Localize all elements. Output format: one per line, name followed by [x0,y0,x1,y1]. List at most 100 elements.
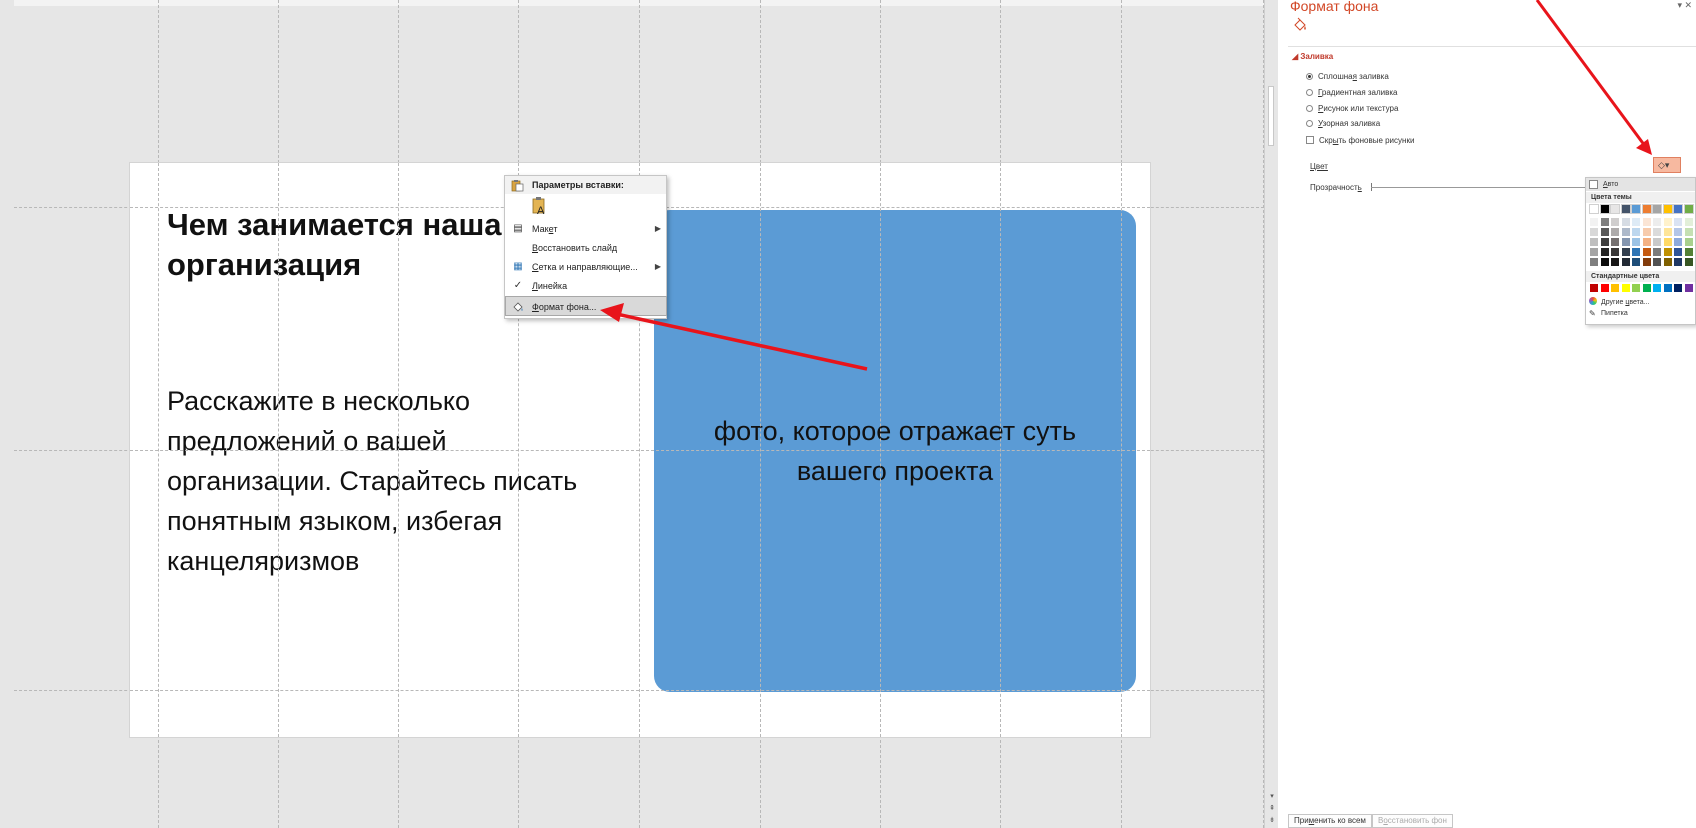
scrollbar-thumb[interactable] [1268,86,1274,146]
menu-item-reset-slide[interactable]: Восстановить слайд [506,238,667,258]
standard-color-swatch[interactable] [1642,284,1651,292]
previous-slide-icon[interactable]: ⇞ [1268,804,1276,813]
theme-shade-swatch[interactable] [1611,228,1619,236]
theme-shade-swatch[interactable] [1590,248,1598,256]
theme-shade-swatch[interactable] [1674,238,1682,246]
radio-button[interactable] [1306,120,1313,127]
eyedropper-option[interactable]: ✎ Пипетка [1589,310,1628,318]
theme-shade-swatch[interactable] [1590,258,1598,266]
theme-color-swatch[interactable] [1673,204,1683,214]
theme-shade-swatch[interactable] [1632,248,1640,256]
theme-shade-swatch[interactable] [1674,248,1682,256]
theme-shade-swatch[interactable] [1663,258,1672,266]
theme-shade-swatch[interactable] [1632,258,1640,266]
theme-shade-swatch[interactable] [1674,258,1682,266]
theme-shade-swatch[interactable] [1642,218,1651,226]
menu-item-layout[interactable]: ▤ Макет ▶ [506,219,667,239]
theme-shade-swatch[interactable] [1642,248,1651,256]
theme-color-swatch[interactable] [1652,204,1662,214]
theme-shade-swatch[interactable] [1684,228,1693,236]
standard-color-swatch[interactable] [1653,284,1661,292]
theme-color-swatch[interactable] [1610,204,1620,214]
theme-shade-swatch[interactable] [1684,238,1693,246]
standard-color-swatch[interactable] [1632,284,1640,292]
theme-shade-swatch[interactable] [1632,218,1640,226]
theme-shade-swatch[interactable] [1663,228,1672,236]
theme-shade-swatch[interactable] [1590,228,1598,236]
theme-shade-swatch[interactable] [1600,258,1609,266]
slide-body-text[interactable]: Расскажите в несколько предложений о ваш… [167,381,587,581]
theme-shade-swatch[interactable] [1632,238,1640,246]
option-picture-texture-fill[interactable]: Рисунок или текстура [1306,104,1398,113]
theme-shade-swatch[interactable] [1642,258,1651,266]
pane-window-controls[interactable]: ▾ ✕ [1677,0,1692,11]
theme-shade-swatch[interactable] [1611,218,1619,226]
theme-shade-swatch[interactable] [1674,218,1682,226]
theme-shade-swatch[interactable] [1611,248,1619,256]
standard-color-swatch[interactable] [1674,284,1682,292]
theme-shade-swatch[interactable] [1600,248,1609,256]
theme-color-swatch[interactable] [1620,204,1631,214]
checkbox[interactable] [1306,136,1314,144]
option-gradient-fill[interactable]: Градиентная заливка [1306,88,1398,97]
theme-shade-swatch[interactable] [1621,218,1630,226]
radio-button[interactable] [1306,105,1313,112]
standard-color-swatch[interactable] [1684,284,1693,292]
scroll-down-icon[interactable]: ▾ [1268,792,1276,801]
fill-section-header[interactable]: ◢ Заливка [1292,52,1333,61]
color-picker-button[interactable]: ◇▾ [1653,157,1681,173]
theme-shade-swatch[interactable] [1590,238,1598,246]
theme-shade-swatch[interactable] [1653,258,1661,266]
theme-shade-swatch[interactable] [1684,218,1693,226]
theme-shade-swatch[interactable] [1642,238,1651,246]
theme-shade-swatch[interactable] [1663,238,1672,246]
theme-shade-swatch[interactable] [1653,228,1661,236]
theme-color-swatch[interactable] [1683,204,1694,214]
radio-button[interactable] [1306,73,1313,80]
theme-shade-swatch[interactable] [1653,238,1661,246]
theme-shade-swatch[interactable] [1663,218,1672,226]
theme-color-swatch[interactable] [1599,204,1610,214]
standard-color-swatch[interactable] [1621,284,1630,292]
slide-editor-canvas[interactable]: Чем занимается наша организация Расскажи… [14,0,1264,828]
theme-shade-swatch[interactable] [1621,258,1630,266]
more-colors-option[interactable]: Другие цвета... [1589,297,1650,306]
fill-bucket-icon[interactable] [1292,17,1308,33]
theme-color-swatch[interactable] [1662,204,1673,214]
theme-shade-swatch[interactable] [1663,248,1672,256]
reset-background-button[interactable]: Восстановить фон [1372,814,1453,828]
photo-placeholder-shape[interactable]: фото, которое отражает суть вашего проек… [654,210,1136,692]
option-solid-fill[interactable]: Сплошная заливка [1306,72,1389,81]
standard-color-swatch[interactable] [1600,284,1609,292]
theme-shade-swatch[interactable] [1674,228,1682,236]
theme-shade-swatch[interactable] [1653,218,1661,226]
theme-shade-swatch[interactable] [1611,238,1619,246]
color-auto-option[interactable]: Авто [1586,178,1695,191]
theme-shade-swatch[interactable] [1684,248,1693,256]
theme-shade-swatch[interactable] [1642,228,1651,236]
theme-color-swatch[interactable] [1631,204,1641,214]
theme-color-swatch[interactable] [1641,204,1652,214]
paste-keep-text-icon[interactable]: A [531,196,549,216]
theme-shade-swatch[interactable] [1684,258,1693,266]
hide-background-graphics-checkbox[interactable]: Скрыть фоновые рисунки [1306,136,1414,145]
theme-shade-swatch[interactable] [1632,228,1640,236]
menu-item-grid-guides[interactable]: ▦ Сетка и направляющие... ▶ [506,257,667,277]
theme-shade-swatch[interactable] [1600,218,1609,226]
next-slide-icon[interactable]: ⇟ [1268,816,1276,825]
standard-color-swatch[interactable] [1611,284,1619,292]
theme-shade-swatch[interactable] [1653,248,1661,256]
menu-item-format-background[interactable]: Формат фона... [505,296,667,316]
theme-shade-swatch[interactable] [1621,248,1630,256]
radio-button[interactable] [1306,89,1313,96]
theme-shade-swatch[interactable] [1621,238,1630,246]
apply-to-all-button[interactable]: Применить ко всем [1288,814,1372,828]
option-pattern-fill[interactable]: Узорная заливка [1306,119,1380,128]
theme-shade-swatch[interactable] [1600,228,1609,236]
theme-shade-swatch[interactable] [1590,218,1598,226]
theme-color-swatch[interactable] [1589,204,1599,214]
theme-shade-swatch[interactable] [1621,228,1630,236]
theme-shade-swatch[interactable] [1600,238,1609,246]
theme-shade-swatch[interactable] [1611,258,1619,266]
standard-color-swatch[interactable] [1663,284,1672,292]
